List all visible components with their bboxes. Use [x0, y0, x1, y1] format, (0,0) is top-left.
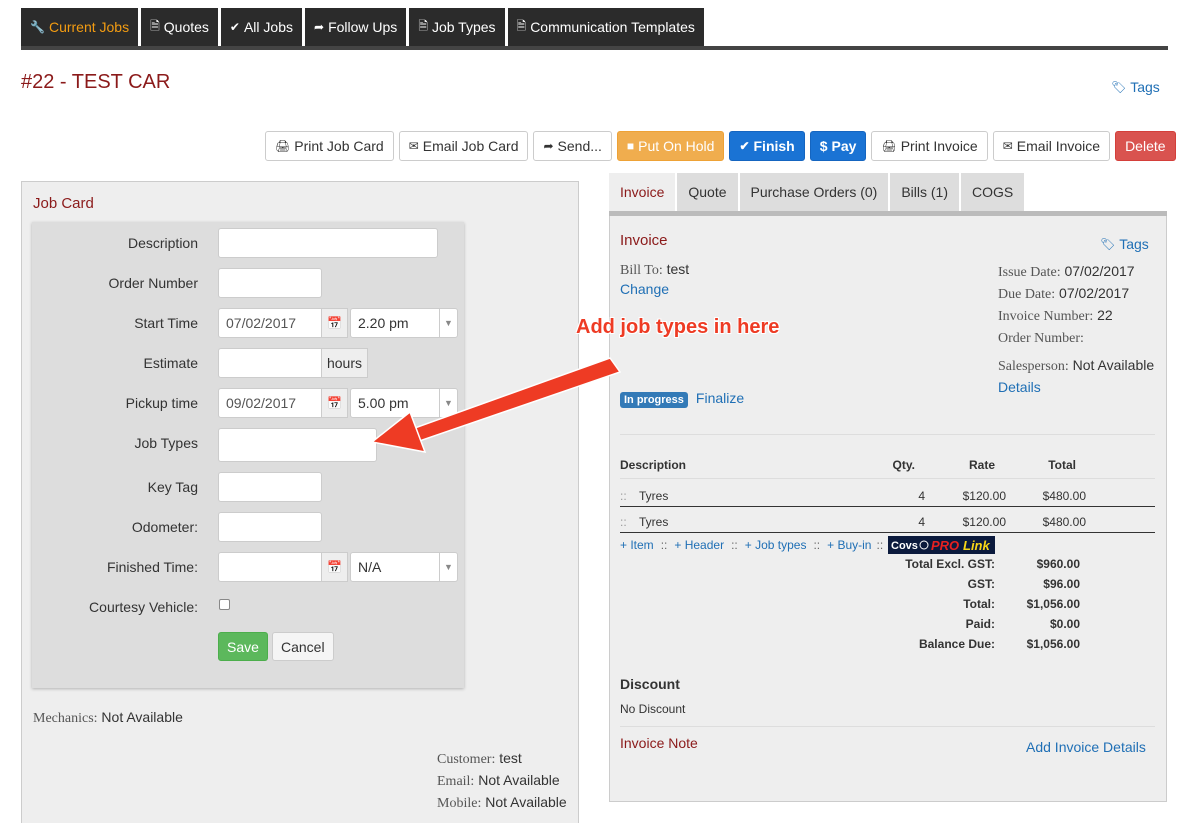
arrow-head [370, 410, 427, 453]
annotation-arrow [370, 357, 622, 453]
arrow-shaft [396, 357, 622, 447]
